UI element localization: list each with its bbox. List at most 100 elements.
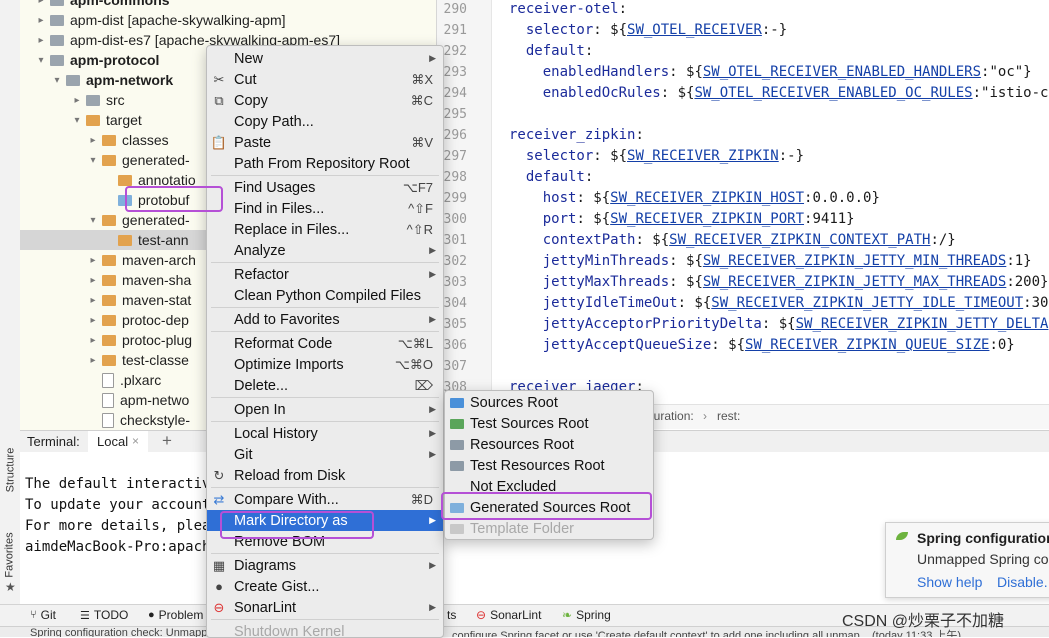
- env-variable[interactable]: SW_RECEIVER_ZIPKIN_JETTY_DELTA: [796, 316, 1049, 332]
- tree-item[interactable]: ▸apm-commons: [20, 0, 436, 10]
- close-icon[interactable]: ×: [132, 434, 139, 448]
- chevron-right-icon[interactable]: ▸: [34, 0, 48, 6]
- menu-item-delete[interactable]: Delete...⌦: [207, 375, 443, 396]
- code-line[interactable]: receiver_zipkin:: [509, 127, 644, 143]
- code-line[interactable]: enabledHandlers: ${SW_OTEL_RECEIVER_ENAB…: [509, 64, 1032, 80]
- spring-tool-tab[interactable]: ❧Spring: [562, 608, 611, 622]
- structure-tab[interactable]: Structure: [0, 440, 20, 500]
- problems-tool-tab[interactable]: ●Problem: [148, 608, 203, 622]
- chevron-down-icon[interactable]: ▾: [86, 215, 100, 226]
- code-line[interactable]: jettyAcceptQueueSize: ${SW_RECEIVER_ZIPK…: [509, 337, 1015, 353]
- menu-item-copy[interactable]: ⧉Copy⌘C: [207, 90, 443, 111]
- chevron-down-icon[interactable]: ▾: [34, 55, 48, 66]
- code-line[interactable]: jettyIdleTimeOut: ${SW_RECEIVER_ZIPKIN_J…: [509, 295, 1049, 311]
- code-line[interactable]: port: ${SW_RECEIVER_ZIPKIN_PORT:9411}: [509, 211, 855, 227]
- favorites-tab[interactable]: Favorites: [0, 525, 20, 585]
- code-line[interactable]: jettyMinThreads: ${SW_RECEIVER_ZIPKIN_JE…: [509, 253, 1032, 269]
- menu-item-mark-directory-as[interactable]: Mark Directory as▶: [207, 510, 443, 531]
- env-variable[interactable]: SW_RECEIVER_ZIPKIN_QUEUE_SIZE: [745, 337, 989, 353]
- context-menu[interactable]: New▶✂Cut⌘X⧉Copy⌘CCopy Path...📋Paste⌘VPat…: [206, 45, 444, 638]
- todo-tool-tab[interactable]: ☰TODO: [80, 608, 128, 622]
- env-variable[interactable]: SW_RECEIVER_ZIPKIN_HOST: [610, 190, 804, 206]
- notification-popup[interactable]: Spring configuration Unmapped Spring co …: [885, 522, 1049, 598]
- menu-item-add-to-favorites[interactable]: Add to Favorites▶: [207, 309, 443, 330]
- code-line[interactable]: selector: ${SW_RECEIVER_ZIPKIN:-}: [509, 148, 804, 164]
- menu-item-label: Test Sources Root: [470, 416, 588, 432]
- tree-item[interactable]: ▸apm-dist [apache-skywalking-apm]: [20, 10, 436, 30]
- env-variable[interactable]: SW_OTEL_RECEIVER_ENABLED_HANDLERS: [703, 64, 981, 80]
- disable-link[interactable]: Disable.: [997, 574, 1048, 590]
- code-line[interactable]: enabledOcRules: ${SW_OTEL_RECEIVER_ENABL…: [509, 85, 1049, 101]
- env-variable[interactable]: SW_RECEIVER_ZIPKIN_JETTY_MAX_THREADS: [703, 274, 1006, 290]
- git-tool-tab[interactable]: ⑂Git: [30, 608, 56, 622]
- chevron-down-icon[interactable]: ▾: [70, 115, 84, 126]
- chevron-right-icon[interactable]: ▸: [70, 95, 84, 106]
- show-help-link[interactable]: Show help: [917, 574, 982, 590]
- chevron-right-icon[interactable]: ▸: [86, 335, 100, 346]
- chevron-right-icon[interactable]: ▸: [86, 275, 100, 286]
- menu-item-analyze[interactable]: Analyze▶: [207, 240, 443, 261]
- menu-item-remove-bom[interactable]: Remove BOM: [207, 531, 443, 552]
- menu-item-path-from-repository-root[interactable]: Path From Repository Root: [207, 153, 443, 174]
- chevron-right-icon[interactable]: ▸: [86, 135, 100, 146]
- breadcrumb-item[interactable]: guration:: [647, 409, 694, 423]
- code-line[interactable]: receiver-otel:: [509, 1, 627, 17]
- env-variable[interactable]: SW_RECEIVER_ZIPKIN_JETTY_IDLE_TIMEOUT: [711, 295, 1023, 311]
- submenu-item-resources-root[interactable]: Resources Root: [445, 434, 653, 455]
- chevron-right-icon[interactable]: ▸: [34, 15, 48, 26]
- env-variable[interactable]: SW_OTEL_RECEIVER_ENABLED_OC_RULES: [694, 85, 972, 101]
- menu-item-reformat-code[interactable]: Reformat Code⌥⌘L: [207, 333, 443, 354]
- menu-item-open-in[interactable]: Open In▶: [207, 399, 443, 420]
- menu-separator: [211, 553, 439, 554]
- menu-item-create-gist[interactable]: ●Create Gist...: [207, 576, 443, 597]
- mark-directory-submenu[interactable]: Sources Root Test Sources Root Resources R…: [444, 390, 654, 540]
- menu-item-reload-from-disk[interactable]: ↻Reload from Disk: [207, 465, 443, 486]
- chevron-right-icon[interactable]: ▸: [86, 295, 100, 306]
- breadcrumb-item[interactable]: rest:: [717, 409, 740, 423]
- code-line[interactable]: selector: ${SW_OTEL_RECEIVER:-}: [509, 22, 787, 38]
- chevron-down-icon[interactable]: ▾: [50, 75, 64, 86]
- chevron-down-icon[interactable]: ▾: [86, 155, 100, 166]
- chevron-right-icon[interactable]: ▸: [86, 355, 100, 366]
- submenu-item-test-sources-root[interactable]: Test Sources Root: [445, 413, 653, 434]
- menu-item-new[interactable]: New▶: [207, 48, 443, 69]
- code-line[interactable]: contextPath: ${SW_RECEIVER_ZIPKIN_CONTEX…: [509, 232, 956, 248]
- env-variable[interactable]: SW_OTEL_RECEIVER: [627, 22, 762, 38]
- code-line[interactable]: jettyMaxThreads: ${SW_RECEIVER_ZIPKIN_JE…: [509, 274, 1048, 290]
- menu-item-diagrams[interactable]: ▦Diagrams▶: [207, 555, 443, 576]
- services-tool-tab[interactable]: ts: [447, 608, 456, 622]
- chevron-right-icon[interactable]: ▸: [34, 35, 48, 46]
- submenu-item-not-excluded[interactable]: Not Excluded: [445, 476, 653, 497]
- code-editor[interactable]: 2902912922932942952962972982993003013023…: [437, 0, 1049, 404]
- menu-item-clean-python-compiled-files[interactable]: Clean Python Compiled Files: [207, 285, 443, 306]
- menu-item-git[interactable]: Git▶: [207, 444, 443, 465]
- menu-item-find-usages[interactable]: Find Usages⌥F7: [207, 177, 443, 198]
- menu-item-local-history[interactable]: Local History▶: [207, 423, 443, 444]
- add-terminal-icon[interactable]: +: [162, 431, 172, 451]
- env-variable[interactable]: SW_RECEIVER_ZIPKIN_JETTY_MIN_THREADS: [703, 253, 1006, 269]
- chevron-right-icon[interactable]: ▸: [86, 255, 100, 266]
- submenu-item-test-resources-root[interactable]: Test Resources Root: [445, 455, 653, 476]
- sonarlint-tool-tab[interactable]: ⊖SonarLint: [476, 608, 541, 622]
- menu-item-optimize-imports[interactable]: Optimize Imports⌥⌘O: [207, 354, 443, 375]
- code-line[interactable]: default:: [509, 43, 593, 59]
- menu-item-find-in-files[interactable]: Find in Files...^⇧F: [207, 198, 443, 219]
- menu-item-cut[interactable]: ✂Cut⌘X: [207, 69, 443, 90]
- env-variable[interactable]: SW_RECEIVER_ZIPKIN: [627, 148, 779, 164]
- env-variable[interactable]: SW_RECEIVER_ZIPKIN_PORT: [610, 211, 804, 227]
- menu-item-sonarlint[interactable]: ⊖SonarLint▶: [207, 597, 443, 618]
- code-line[interactable]: default:: [509, 169, 593, 185]
- chevron-right-icon[interactable]: ▸: [86, 315, 100, 326]
- code-line[interactable]: jettyAcceptorPriorityDelta: ${SW_RECEIVE…: [509, 316, 1049, 332]
- env-variable[interactable]: SW_RECEIVER_ZIPKIN_CONTEXT_PATH: [669, 232, 930, 248]
- spring-leaf-icon: [896, 532, 908, 540]
- menu-item-replace-in-files[interactable]: Replace in Files...^⇧R: [207, 219, 443, 240]
- menu-item-refactor[interactable]: Refactor▶: [207, 264, 443, 285]
- submenu-item-sources-root[interactable]: Sources Root: [445, 392, 653, 413]
- menu-item-copy-path[interactable]: Copy Path...: [207, 111, 443, 132]
- submenu-item-generated-sources-root[interactable]: Generated Sources Root: [445, 497, 653, 518]
- code-line[interactable]: host: ${SW_RECEIVER_ZIPKIN_HOST:0.0.0.0}: [509, 190, 880, 206]
- terminal-line: aimdeMacBook-Pro:apache: [25, 539, 219, 555]
- menu-item-paste[interactable]: 📋Paste⌘V: [207, 132, 443, 153]
- menu-item-compare-with[interactable]: ⇄Compare With...⌘D: [207, 489, 443, 510]
